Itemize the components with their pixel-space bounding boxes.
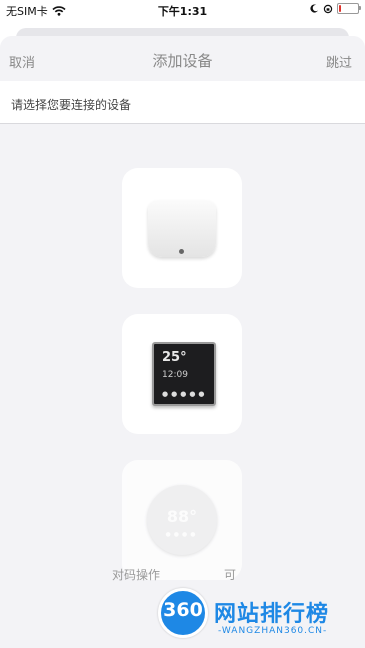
moon-icon [310, 4, 319, 13]
thermostat-time: 12:09 [162, 370, 188, 380]
watermark-logo: 360 [158, 588, 208, 638]
nav-bar: 取消 添加设备 跳过 [0, 36, 365, 81]
footer-hint-right: 可 [224, 568, 237, 582]
add-device-sheet: 取消 添加设备 跳过 请选择您要连接的设备 25° 12:09 ●●●●● 88… [0, 36, 365, 648]
round-thermostat-icon: 88° ●●●● [147, 485, 217, 555]
status-bar: 无SIM卡 下午1:31 [0, 0, 365, 20]
page-title: 添加设备 [152, 52, 213, 70]
smart-hub-icon [148, 200, 216, 257]
rotation-lock-icon [323, 4, 333, 13]
round-thermostat-value: 88° [166, 507, 198, 526]
status-right [310, 3, 361, 14]
watermark-name: 网站排行榜 [214, 602, 330, 627]
device-card-hub[interactable] [122, 168, 242, 288]
battery-level [339, 5, 341, 12]
footer-hint: 对码操作 可 [112, 566, 236, 583]
round-thermostat-buttons: ●●●● [165, 531, 199, 538]
battery-icon [337, 3, 361, 14]
thermostat-buttons: ●●●●● [162, 390, 208, 398]
device-card-round-thermostat[interactable]: 88° ●●●● [122, 460, 242, 580]
thermostat-display-icon: 25° 12:09 ●●●●● [152, 342, 216, 406]
footer-hint-left: 对码操作 [112, 568, 161, 582]
skip-button[interactable]: 跳过 [326, 52, 352, 71]
watermark-domain: -WANGZHAN360.CN- [218, 626, 328, 636]
prompt-bar: 请选择您要连接的设备 [0, 81, 365, 124]
watermark: 360 网站排行榜 -WANGZHAN360.CN- [150, 584, 365, 648]
device-card-thermostat[interactable]: 25° 12:09 ●●●●● [122, 314, 242, 434]
prompt-text: 请选择您要连接的设备 [11, 98, 132, 112]
thermostat-temp: 25° [162, 350, 187, 365]
watermark-logo-text: 360 [163, 599, 203, 621]
